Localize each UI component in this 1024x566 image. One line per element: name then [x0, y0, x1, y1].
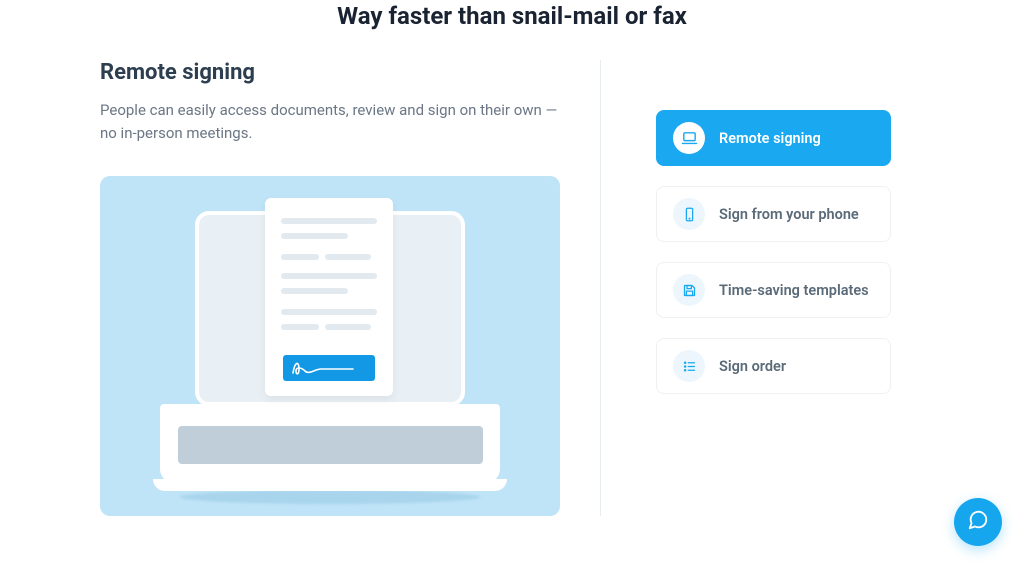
laptop-icon: [673, 122, 705, 154]
chat-button[interactable]: [954, 498, 1002, 546]
chat-icon: [967, 509, 989, 535]
feature-description: People can easily access documents, revi…: [100, 99, 560, 146]
option-sign-from-phone[interactable]: Sign from your phone: [656, 186, 891, 242]
left-column: Remote signing People can easily access …: [100, 60, 600, 516]
document-illustration: [265, 198, 393, 396]
right-column: Remote signing Sign from your phone Time…: [601, 60, 924, 516]
page-title: Way faster than snail-mail or fax: [0, 0, 1024, 60]
option-label: Remote signing: [719, 130, 821, 147]
option-label: Sign from your phone: [719, 206, 859, 223]
illustration-laptop-signing: [100, 176, 560, 516]
phone-icon: [673, 198, 705, 230]
option-sign-order[interactable]: Sign order: [656, 338, 891, 394]
option-label: Time-saving templates: [719, 282, 869, 299]
feature-title: Remote signing: [100, 60, 560, 85]
list-icon: [673, 350, 705, 382]
floppy-icon: [673, 274, 705, 306]
content-row: Remote signing People can easily access …: [0, 60, 1024, 516]
signature-block: [283, 355, 375, 381]
option-remote-signing[interactable]: Remote signing: [656, 110, 891, 166]
option-label: Sign order: [719, 358, 786, 375]
option-time-saving-templates[interactable]: Time-saving templates: [656, 262, 891, 318]
